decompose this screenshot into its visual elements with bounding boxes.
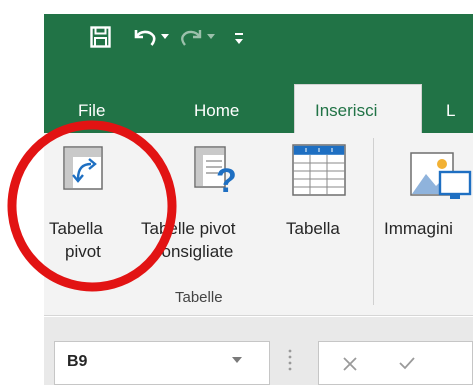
tab-insert-label: Inserisci [315, 101, 378, 120]
formula-bar-grip-icon[interactable] [288, 348, 292, 372]
tab-next-partial[interactable]: L [446, 101, 455, 121]
save-icon[interactable] [90, 26, 111, 48]
title-bar [44, 14, 473, 77]
group-separator [373, 138, 374, 305]
redo-dropdown-icon[interactable] [207, 34, 215, 40]
table-icon [292, 144, 346, 196]
customize-qat-icon[interactable] [234, 31, 244, 45]
undo-dropdown-icon[interactable] [161, 34, 169, 40]
table-label: Tabella [286, 219, 340, 238]
name-box-value: B9 [67, 353, 88, 370]
enter-check-icon[interactable] [399, 356, 415, 370]
cancel-icon[interactable] [343, 357, 357, 371]
pictures-button[interactable]: Immagini [382, 138, 473, 278]
cropped-text-strip [0, 0, 473, 14]
name-box-dropdown-icon[interactable] [232, 357, 242, 364]
redo-icon[interactable] [181, 26, 203, 48]
undo-icon[interactable] [133, 26, 157, 48]
formula-input-area[interactable] [318, 341, 473, 385]
tab-insert[interactable]: Inserisci [294, 84, 422, 133]
recommended-pivot-icon: ? [194, 146, 237, 194]
red-circle-annotation [7, 120, 177, 292]
group-label-tables: Tabelle [175, 289, 223, 306]
table-button[interactable]: Tabella [284, 138, 364, 278]
tab-home[interactable]: Home [194, 101, 239, 121]
pictures-icon [410, 152, 472, 199]
pictures-label: Immagini [384, 219, 453, 238]
svg-text:?: ? [216, 162, 237, 194]
